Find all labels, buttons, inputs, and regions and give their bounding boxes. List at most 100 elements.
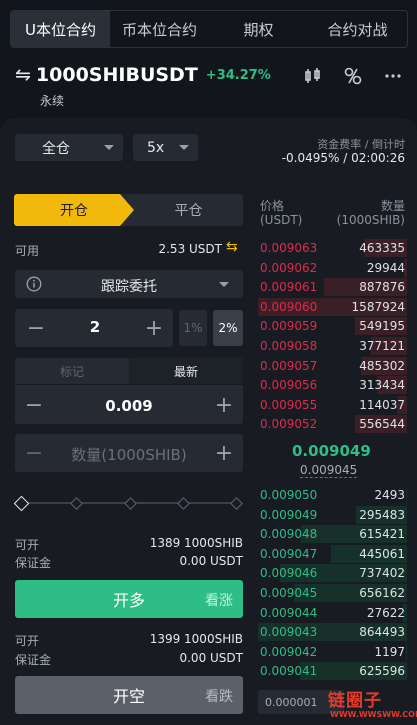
callback-rate-stepper[interactable]: − 2 + <box>15 309 173 347</box>
row-price: 0.009062 <box>260 260 318 275</box>
bid-row[interactable]: 0.009046 737402 <box>258 563 407 583</box>
row-quantity: 556544 <box>359 417 405 432</box>
order-type-value: 跟踪委托 <box>101 279 157 295</box>
available-label: 可用 <box>15 244 40 258</box>
row-quantity: 737402 <box>359 566 405 581</box>
bid-row[interactable]: 0.009048 615421 <box>258 524 407 544</box>
last-price[interactable]: 0.009049 <box>292 442 371 460</box>
row-quantity: 313434 <box>359 378 405 393</box>
chevron-down-icon <box>179 145 189 150</box>
decrease-icon[interactable]: − <box>19 390 49 420</box>
bid-row[interactable]: 0.009045 656162 <box>258 583 407 603</box>
more-icon[interactable] <box>383 66 403 86</box>
row-price: 0.009043 <box>260 625 318 640</box>
increase-icon[interactable]: + <box>209 438 239 468</box>
row-price: 0.009052 <box>260 417 318 432</box>
callback-2pct-button[interactable]: 2% <box>213 310 243 346</box>
open-long-label: 开多 <box>112 591 145 610</box>
tab-close-position[interactable]: 平仓 <box>134 194 243 226</box>
margin-mode-select[interactable]: 全仓 <box>15 134 123 161</box>
row-price: 0.009063 <box>260 241 318 255</box>
long-can-open-value: 1389 1000SHIB <box>149 536 243 550</box>
watermark-logo: 链圈子 WWW.WWSWW.COM <box>326 686 417 722</box>
ask-row[interactable]: 0.009056 313434 <box>258 375 407 395</box>
tab-usdt-margined[interactable]: U本位合约 <box>11 11 110 47</box>
callback-1pct-button[interactable]: 1% <box>179 310 207 346</box>
bid-row[interactable]: 0.009041 625596 <box>258 661 407 681</box>
symbol-header[interactable]: ⇋ 1000SHIBUSDT +34.27% <box>15 64 271 86</box>
ask-row[interactable]: 0.009057 485302 <box>258 356 407 376</box>
row-quantity: 864493 <box>359 625 405 640</box>
bid-row[interactable]: 0.009044 27622 <box>258 603 407 623</box>
tab-coin-margined[interactable]: 币本位合约 <box>110 11 209 47</box>
trigger-price-box: 标记 最新 − 0.009 + <box>15 358 243 424</box>
row-quantity: 625596 <box>359 664 405 679</box>
callback-rate-value[interactable]: 2 <box>55 318 135 336</box>
ask-row[interactable]: 0.009059 549195 <box>258 316 407 336</box>
row-quantity: 615421 <box>359 527 405 542</box>
tab-contract-battle[interactable]: 合约对战 <box>308 11 407 47</box>
row-price: 0.009061 <box>260 280 318 295</box>
available-value: 2.53 USDT <box>158 242 222 256</box>
quantity-input[interactable]: − 数量(1000SHIB) + <box>15 434 243 472</box>
row-quantity: 485302 <box>359 358 405 373</box>
row-quantity: 1587924 <box>351 299 405 314</box>
trigger-price-value[interactable]: 0.009 <box>55 397 203 415</box>
row-quantity: 29944 <box>366 260 405 275</box>
decrease-icon[interactable]: − <box>21 313 51 343</box>
bid-row[interactable]: 0.009049 295483 <box>258 505 407 525</box>
open-long-button[interactable]: 开多 看涨 <box>15 580 243 618</box>
swap-icon[interactable]: ⇋ <box>15 64 31 86</box>
row-price: 0.009044 <box>260 605 318 620</box>
strategy-icon[interactable] <box>343 66 363 86</box>
bid-row[interactable]: 0.009047 445061 <box>258 544 407 564</box>
row-quantity: 445061 <box>359 546 405 561</box>
row-quantity: 295483 <box>359 507 405 522</box>
ask-row[interactable]: 0.009052 556544 <box>258 414 407 434</box>
quantity-placeholder: 数量(1000SHIB) <box>71 446 187 464</box>
ob-price-unit: (USDT) <box>260 213 303 227</box>
ask-row[interactable]: 0.009062 29944 <box>258 258 407 278</box>
decrease-icon[interactable]: − <box>19 438 49 468</box>
depth-bar <box>406 642 407 661</box>
open-short-button[interactable]: 开空 看跌 <box>15 676 243 714</box>
long-margin-label: 保证金 <box>15 556 52 570</box>
ask-row[interactable]: 0.009060 1587924 <box>258 297 407 317</box>
tab-open-position[interactable]: 开仓 <box>14 194 134 226</box>
row-quantity: 27622 <box>366 605 405 620</box>
candlestick-chart-icon[interactable] <box>303 66 323 86</box>
mark-price[interactable]: 0.009045 <box>300 463 358 478</box>
increase-icon[interactable]: + <box>209 390 239 420</box>
row-quantity: 463335 <box>359 241 405 255</box>
bid-row[interactable]: 0.009050 2493 <box>258 485 407 505</box>
leverage-select[interactable]: 5x <box>133 134 198 161</box>
ask-row[interactable]: 0.009055 114037 <box>258 395 407 415</box>
short-can-open-value: 1399 1000SHIB <box>149 632 243 646</box>
bullish-label: 看涨 <box>205 593 233 609</box>
increase-icon[interactable]: + <box>139 313 169 343</box>
long-margin-value: 0.00 USDT <box>179 554 243 568</box>
tab-last-price[interactable]: 最新 <box>129 358 243 384</box>
row-price: 0.009050 <box>260 488 318 502</box>
order-type-select[interactable]: 跟踪委托 <box>15 270 243 298</box>
row-price: 0.009045 <box>260 586 318 600</box>
leverage-value: 5x <box>147 139 165 156</box>
tab-options[interactable]: 期权 <box>209 11 308 47</box>
bid-row[interactable]: 0.009042 1197 <box>258 642 407 662</box>
ob-qty-header: 数量 <box>380 199 405 213</box>
transfer-icon[interactable]: ⇆ <box>226 239 238 255</box>
open-close-tabs: 开仓 平仓 <box>14 194 243 226</box>
bid-row[interactable]: 0.009043 864493 <box>258 622 407 642</box>
row-price: 0.009060 <box>260 299 318 314</box>
row-quantity: 377121 <box>359 339 405 353</box>
tab-mark-price[interactable]: 标记 <box>15 358 129 384</box>
ask-row[interactable]: 0.009063 463335 <box>258 238 407 258</box>
bearish-label: 看跌 <box>205 689 233 705</box>
row-quantity: 114037 <box>359 397 405 412</box>
row-quantity: 549195 <box>359 319 405 334</box>
open-short-label: 开空 <box>112 687 145 706</box>
price-change: +34.27% <box>205 67 271 83</box>
ask-row[interactable]: 0.009061 887876 <box>258 277 407 297</box>
ask-row[interactable]: 0.009058 377121 <box>258 336 407 356</box>
row-price: 0.009042 <box>260 644 318 659</box>
